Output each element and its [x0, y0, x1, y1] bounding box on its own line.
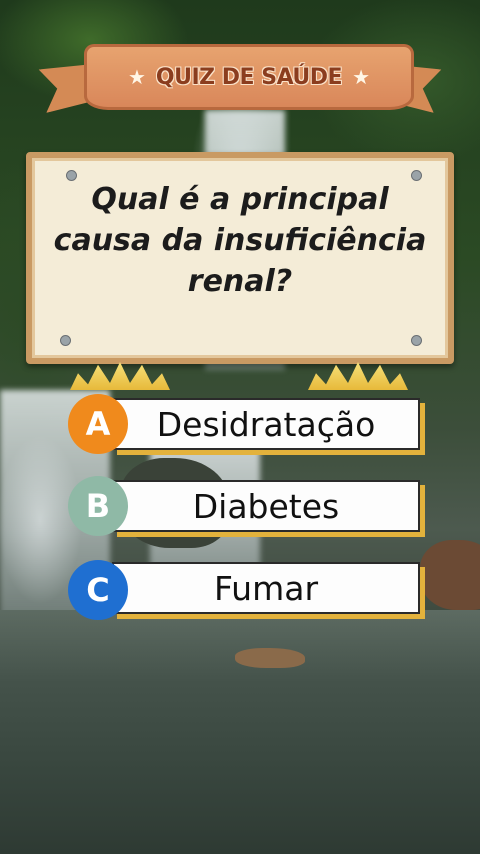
- option-label: Diabetes: [192, 486, 340, 526]
- option-c-badge[interactable]: C: [68, 560, 128, 620]
- nail-icon: [60, 335, 71, 346]
- option-a-badge[interactable]: A: [68, 394, 128, 454]
- nail-icon: [411, 335, 422, 346]
- option-c-button[interactable]: Fumar: [112, 562, 420, 614]
- banner-title: QUIZ DE SAÚDE: [155, 64, 343, 90]
- rock: [420, 540, 480, 610]
- option-a-button[interactable]: Desidratação: [112, 398, 420, 450]
- star-icon: ★: [352, 66, 371, 89]
- question-text: Qual é a principal causa da insuficiênci…: [53, 182, 427, 299]
- quiz-banner: ★ QUIZ DE SAÚDE ★: [84, 44, 414, 110]
- option-label: Fumar: [213, 568, 319, 608]
- option-b-badge[interactable]: B: [68, 476, 128, 536]
- star-icon: ★: [127, 66, 146, 89]
- option-label: Desidratação: [156, 404, 376, 444]
- option-b-button[interactable]: Diabetes: [112, 480, 420, 532]
- question-board: Qual é a principal causa da insuficiênci…: [26, 152, 454, 364]
- floating-object: [235, 648, 305, 668]
- pool-water: [0, 610, 480, 854]
